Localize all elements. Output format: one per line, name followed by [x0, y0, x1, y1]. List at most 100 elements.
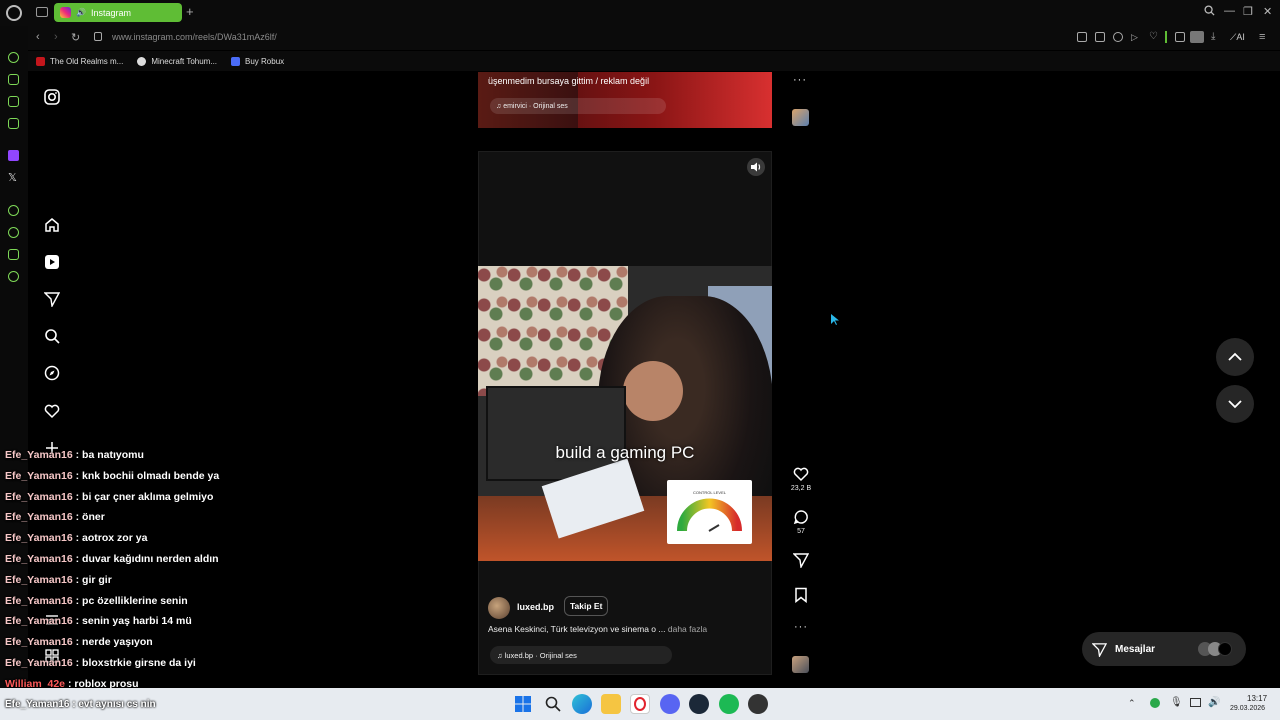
forward-icon[interactable]: ›	[54, 31, 58, 43]
spotify-icon[interactable]	[719, 694, 739, 714]
minimize-icon[interactable]: —	[1224, 5, 1235, 17]
reload-icon[interactable]: ↻	[71, 31, 80, 44]
tray-app-icon[interactable]	[1150, 698, 1160, 708]
download-icon[interactable]: ⤓	[1211, 31, 1215, 42]
chat-message: Efe_Yaman16 : nerde yaşıyon	[5, 636, 153, 649]
player-sidebar-icon[interactable]	[8, 205, 19, 216]
instagram-favicon-icon	[60, 7, 71, 18]
steam-icon[interactable]	[689, 694, 709, 714]
reel-video-frame[interactable]: CONTROL LEVEL	[478, 266, 772, 561]
extensions-icon[interactable]	[1175, 32, 1185, 42]
comment-bubble-icon	[793, 510, 808, 525]
wallet-icon[interactable]	[8, 96, 19, 107]
messenger-m-icon[interactable]	[8, 118, 19, 129]
clock-date[interactable]: 29.03.2026	[1230, 705, 1265, 712]
follow-button[interactable]: Takip Et	[564, 596, 609, 616]
author-avatar[interactable]	[488, 597, 510, 619]
settings-gear-icon[interactable]	[8, 271, 19, 282]
chat-message: Efe_Yaman16 : knk bochii olmadı bende ya	[5, 469, 220, 482]
next-reel-button[interactable]	[1216, 385, 1254, 423]
bookmark-page-icon[interactable]	[1077, 32, 1087, 42]
comment-button[interactable]: 57	[790, 509, 812, 535]
opera-o-icon	[634, 697, 646, 711]
bookmarks-bar: The Old Realms m... Minecraft Tohum... B…	[28, 51, 1280, 71]
opera-taskbar-icon[interactable]	[630, 694, 650, 714]
adblock-icon[interactable]	[1113, 32, 1123, 42]
network-icon[interactable]	[1190, 698, 1201, 707]
like-button[interactable]: 23,2 B	[790, 466, 812, 492]
save-button[interactable]	[790, 587, 812, 603]
chat-message-overlay: Efe_Yaman16 : evt aynısı cs nin	[5, 699, 156, 710]
close-window-icon[interactable]: ✕	[1263, 5, 1272, 18]
home-icon[interactable]	[44, 217, 60, 233]
explore-compass-icon[interactable]	[44, 365, 60, 381]
share-button[interactable]	[790, 552, 812, 568]
previous-reel-more-icon[interactable]: ···	[793, 74, 807, 86]
opera-logo-icon[interactable]	[6, 5, 22, 21]
bookmark-favicon-icon	[36, 56, 45, 66]
previous-reel-audio-thumb[interactable]	[792, 109, 809, 126]
lock-icon[interactable]	[94, 32, 102, 41]
clock-time[interactable]: 13:17	[1247, 694, 1267, 703]
workspaces-icon[interactable]	[36, 7, 48, 17]
reel-audio-thumb[interactable]	[792, 656, 809, 673]
player-icon[interactable]: ▷	[1131, 32, 1138, 43]
mute-toggle-button[interactable]	[747, 158, 765, 176]
snapshot-icon[interactable]	[1095, 32, 1105, 42]
reel-more-icon[interactable]: ···	[790, 621, 812, 633]
reel-audio[interactable]: ♫ luxed.bp · Orijinal ses	[497, 651, 577, 660]
control-level-meter: CONTROL LEVEL	[667, 480, 752, 544]
microphone-icon[interactable]: 🎙	[1170, 697, 1183, 708]
crypto-wallet-icon[interactable]	[8, 74, 19, 85]
twitch-icon[interactable]	[8, 150, 19, 161]
tray-chevron-up-icon[interactable]: ⌃	[1128, 698, 1136, 709]
new-tab-button[interactable]: +	[186, 4, 194, 19]
more-link[interactable]: daha fazla	[668, 624, 707, 634]
volume-icon[interactable]: 🔊	[1208, 697, 1220, 708]
messages-button[interactable]: Mesajlar	[1082, 632, 1246, 666]
divider	[1165, 31, 1167, 43]
taskbar-search-icon[interactable]	[543, 694, 563, 714]
message-avatar	[1218, 642, 1232, 656]
chat-message: Efe_Yaman16 : senin yaş harbi 14 mü	[5, 615, 192, 628]
previous-reel-button[interactable]	[1216, 338, 1254, 376]
search-tabs-icon[interactable]	[1204, 5, 1215, 16]
tab-title: Instagram	[90, 7, 131, 18]
bookmark-item[interactable]: Minecraft Tohum...	[137, 56, 217, 66]
windows-start-icon[interactable]	[513, 694, 533, 714]
restore-icon[interactable]: ❐	[1243, 5, 1253, 18]
chat-message: Efe_Yaman16 : aotrox zor ya	[5, 532, 148, 545]
file-explorer-icon[interactable]	[601, 694, 621, 714]
previous-reel-audio[interactable]: ♫ emirvici · Orijinal ses	[496, 103, 568, 110]
edge-icon[interactable]	[572, 694, 592, 714]
aria-icon[interactable]	[8, 52, 19, 63]
speaker-icon[interactable]: 🔊	[76, 8, 86, 17]
extensions-sidebar-icon[interactable]	[8, 249, 19, 260]
easy-setup-icon[interactable]: ≡	[1259, 31, 1265, 43]
instagram-logo-icon[interactable]	[44, 89, 60, 105]
chevron-down-icon	[1228, 400, 1242, 409]
author-username[interactable]: luxed.bp	[517, 602, 554, 612]
search-icon[interactable]	[44, 328, 60, 344]
person-face	[623, 361, 683, 421]
aria-ai-button[interactable]: ⟋AI	[1230, 32, 1245, 43]
meter-gauge-icon	[677, 498, 742, 532]
url-field[interactable]: www.instagram.com/reels/DWa31mAz6lf/	[112, 32, 277, 42]
bookmark-item[interactable]: Buy Robux	[231, 56, 284, 66]
reels-icon[interactable]	[44, 254, 60, 270]
x-twitter-icon[interactable]: 𝕏	[8, 171, 17, 184]
stream-chat-overlay: Efe_Yaman16 : ba natıyomu Efe_Yaman16 : …	[5, 449, 285, 699]
heart-icon[interactable]: ♡	[1149, 31, 1158, 42]
chat-message: Efe_Yaman16 : ba natıyomu	[5, 449, 144, 461]
share-send-icon	[793, 553, 809, 568]
direct-send-icon[interactable]	[44, 291, 60, 307]
like-count: 23,2 B	[790, 485, 812, 492]
tab-instagram[interactable]: 🔊 Instagram	[54, 3, 182, 22]
extension-avatar-icon[interactable]	[1190, 31, 1204, 43]
bookmark-item[interactable]: The Old Realms m...	[36, 56, 123, 66]
back-icon[interactable]: ‹	[36, 31, 40, 43]
history-icon[interactable]	[8, 227, 19, 238]
notifications-heart-icon[interactable]	[44, 403, 60, 419]
obs-icon[interactable]	[748, 694, 768, 714]
discord-icon[interactable]	[660, 694, 680, 714]
